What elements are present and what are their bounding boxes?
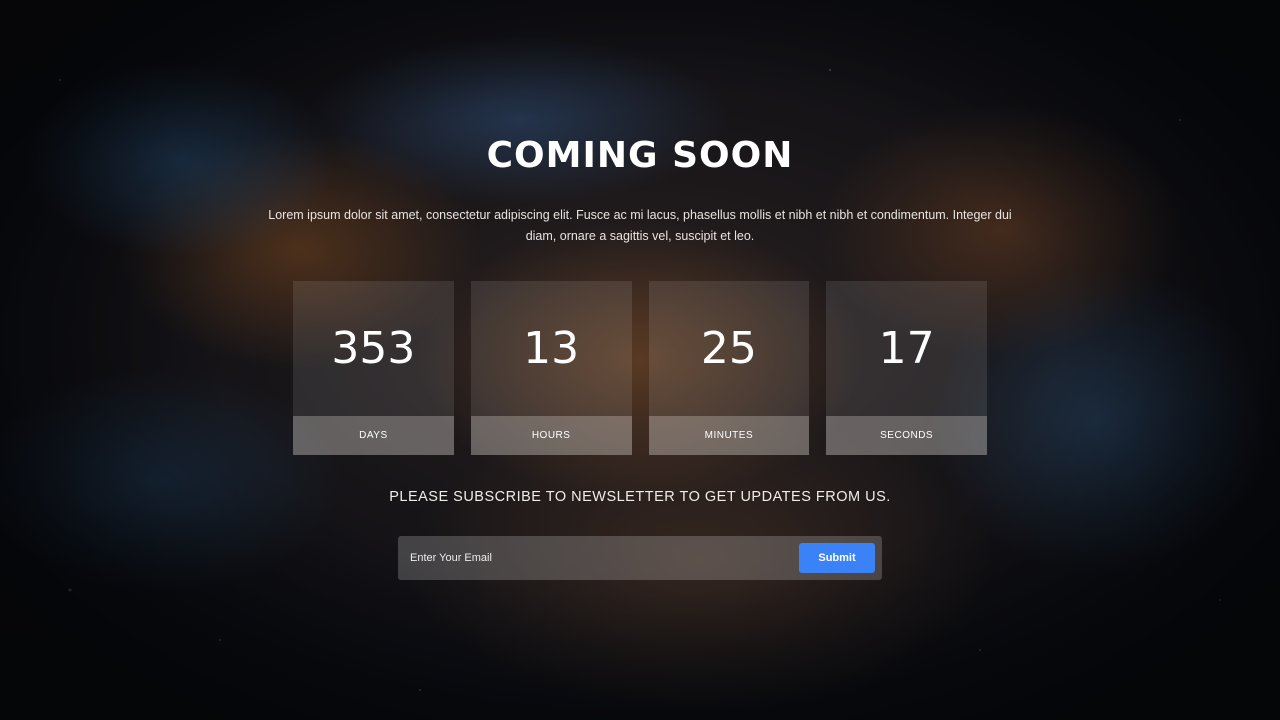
page-description: Lorem ipsum dolor sit amet, consectetur …	[268, 208, 1012, 243]
countdown-timer: 353 DAYS 13 HOURS 25 MINUTES 17 SECONDS	[293, 281, 987, 455]
hours-label: HOURS	[470, 416, 632, 455]
countdown-seconds: 17 SECONDS	[826, 281, 987, 455]
days-value: 353	[331, 323, 416, 374]
countdown-minutes: 25 MINUTES	[648, 281, 810, 455]
countdown-hours: 13 HOURS	[470, 281, 632, 455]
seconds-value: 17	[878, 323, 935, 374]
submit-button[interactable]: Submit	[799, 543, 875, 573]
newsletter-form: Submit	[398, 536, 882, 580]
minutes-label: MINUTES	[648, 416, 810, 455]
page-title: COMING SOON	[486, 135, 794, 176]
countdown-days: 353 DAYS	[293, 281, 454, 455]
days-label: DAYS	[293, 416, 454, 455]
email-input[interactable]	[410, 543, 790, 573]
minutes-value: 25	[700, 323, 757, 374]
hours-value: 13	[523, 323, 580, 374]
newsletter-prompt: PLEASE SUBSCRIBE TO NEWSLETTER TO GET UP…	[389, 489, 891, 505]
coming-soon-page: COMING SOON Lorem ipsum dolor sit amet, …	[0, 0, 1280, 720]
seconds-label: SECONDS	[826, 416, 987, 455]
